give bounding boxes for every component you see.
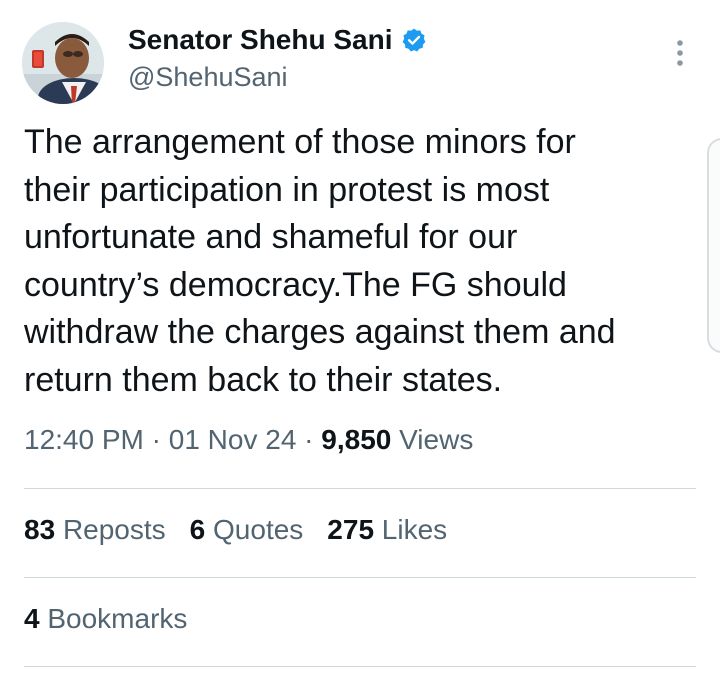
bookmarks-label: Bookmarks [47,603,188,634]
more-vertical-icon[interactable] [668,38,692,70]
reposts-count: 83 [24,514,56,545]
reposts-label: Reposts [62,514,166,545]
quotes-count: 6 [189,514,206,545]
quotes-stat[interactable]: 6 Quotes [190,514,304,546]
avatar-image [22,22,104,104]
tweet-date[interactable]: 01 Nov 24 [169,424,297,455]
side-scroll-handle[interactable] [707,138,720,353]
author-display-name[interactable]: Senator Shehu Sani [128,24,393,56]
views-label: Views [399,424,474,455]
meta-separator: · [304,424,322,455]
tweet-text: The arrangement of those minors for thei… [24,123,616,399]
likes-count: 275 [327,514,375,545]
engagement-stats: 83 Reposts 6 Quotes 275 Likes [24,514,471,546]
tweet-time[interactable]: 12:40 PM [24,424,144,455]
meta-separator: · [151,424,169,455]
tweet-detail: Senator Shehu Sani @ShehuSani The arrang… [0,0,720,678]
verified-badge-icon [401,27,427,53]
divider [24,577,696,578]
avatar[interactable] [22,22,104,104]
likes-stat[interactable]: 275 Likes [327,514,447,546]
bookmarks-count: 4 [24,603,40,634]
likes-label: Likes [381,514,448,545]
author-name-row: Senator Shehu Sani [128,24,427,56]
author-handle[interactable]: @ShehuSani [128,62,288,93]
views-count: 9,850 [321,424,392,455]
bookmarks-stat[interactable]: 4 Bookmarks [24,603,187,635]
reposts-stat[interactable]: 83 Reposts [24,514,166,546]
divider [24,666,696,667]
tweet-meta: 12:40 PM · 01 Nov 24 · 9,850 Views [24,424,473,456]
divider [24,488,696,489]
quotes-label: Quotes [213,514,304,545]
